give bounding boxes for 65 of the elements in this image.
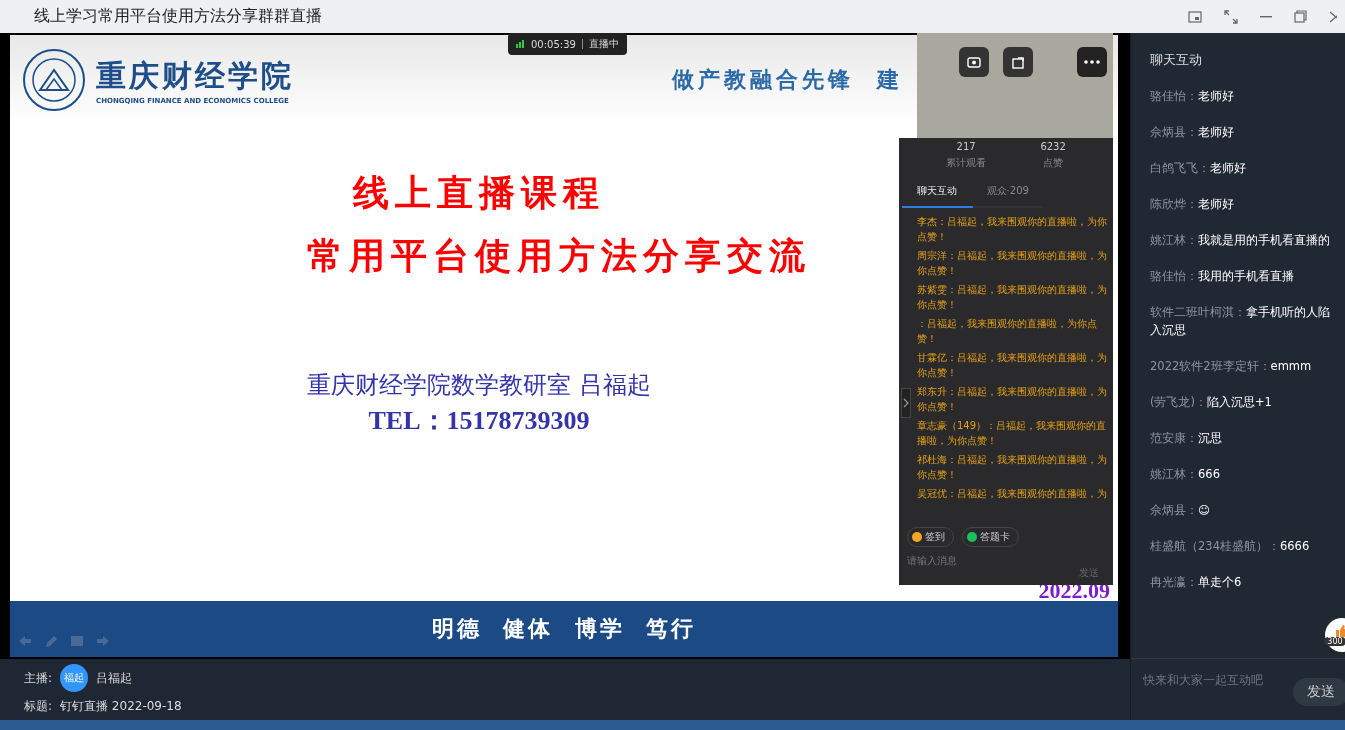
- message-input[interactable]: 请输入消息: [907, 555, 1017, 566]
- chat-message: 骆佳怡：我用的手机看直播: [1150, 268, 1295, 285]
- chat-message: ：吕福起，我来围观你的直播啦，为你点赞！: [917, 317, 1098, 346]
- chat-message: 章志豪（149）：吕福起，我来围观你的直播啦，为你点赞！: [917, 419, 1108, 448]
- title-label: 标题:: [24, 698, 53, 715]
- chat-tab[interactable]: 聊天互动: [902, 178, 973, 208]
- chat-message: 祁杜海：吕福起，我来围观你的直播啦，为你点赞！: [917, 453, 1108, 482]
- stream-title: 钉钉直播 2022-09-18: [60, 698, 182, 715]
- chat-message: 姚江林：我就是用的手机看直播的: [1150, 232, 1331, 249]
- chat-message: 2022软件2班李定轩：emmm: [1150, 358, 1313, 375]
- chat-message: 陈欣烨：老师好: [1150, 196, 1235, 213]
- chat-message: 软件二班叶柯淇：拿手机听的人陷入沉思: [1150, 304, 1331, 339]
- live-timer: 00:05:39: [531, 38, 576, 50]
- chat-input[interactable]: 快来和大家一起互动吧: [1143, 673, 1283, 687]
- stat-label: 累计观看: [946, 156, 987, 170]
- more-button[interactable]: [1077, 47, 1107, 77]
- chat-message: 姚江林：666: [1150, 466, 1221, 483]
- camera-icon: [966, 55, 982, 69]
- rotate-button[interactable]: [1003, 47, 1033, 77]
- stat-value: 217: [956, 141, 976, 152]
- send-button[interactable]: 发送: [1293, 678, 1345, 706]
- chat-message: 冉光瀛：单走个6: [1150, 574, 1243, 591]
- chat-message: 范安康：沉思: [1150, 430, 1223, 447]
- stat-label: 点赞: [1043, 156, 1064, 170]
- like-bubble[interactable]: 300: [1325, 618, 1345, 652]
- host-name: 吕福起: [96, 669, 133, 687]
- college-emblem-icon: [22, 48, 86, 112]
- college-name: 重庆财经学院: [96, 56, 294, 95]
- minimize-icon[interactable]: [1260, 15, 1272, 18]
- slide-title: 线上直播课程: [353, 171, 605, 215]
- close-icon[interactable]: [1329, 10, 1337, 23]
- chat-message: 佘炳县：☺: [1150, 502, 1211, 519]
- signal-icon: [516, 40, 525, 48]
- chat-panel-title: 聊天互动: [1149, 51, 1203, 69]
- expand-icon[interactable]: [1224, 9, 1238, 24]
- chat-message: 白鸽飞飞：老师好: [1150, 160, 1247, 177]
- like-count: 300: [1324, 636, 1345, 646]
- restore-icon[interactable]: [1294, 10, 1307, 23]
- picture-in-picture-icon[interactable]: [1188, 10, 1202, 23]
- slide-subtitle: 常用平台使用方法分享交流: [307, 234, 811, 278]
- phone-line: TEL：15178739309: [368, 405, 590, 437]
- chat-message: 郑东升：吕福起，我来围观你的直播啦，为你点赞！: [917, 385, 1108, 414]
- chat-message: 李杰：吕福起，我来围观你的直播啦，为你点赞！: [917, 215, 1108, 244]
- chat-message: 骆佳怡：老师好: [1150, 88, 1235, 105]
- live-label: 直播中: [588, 37, 619, 51]
- host-label: 主播:: [24, 669, 53, 687]
- chat-message: (劳飞龙)：陷入沉思+1: [1150, 394, 1273, 411]
- camera-switch-button[interactable]: [959, 47, 989, 77]
- chevron-right-icon[interactable]: [901, 388, 911, 418]
- stat-value: 6232: [1040, 141, 1066, 152]
- chat-message: 苏紫雯：吕福起，我来围观你的直播啦，为你点赞！: [917, 283, 1108, 312]
- author-line: 重庆财经学院数学教研室 吕福起: [307, 370, 651, 401]
- window-title: 线上学习常用平台使用方法分享群群直播: [34, 6, 322, 27]
- chat-message: 桂盛航（234桂盛航）：6666: [1150, 538, 1311, 555]
- chat-tab[interactable]: 观众·209: [972, 178, 1043, 208]
- chat-message: 佘炳县：老师好: [1150, 124, 1235, 141]
- host-avatar: 福起: [60, 664, 89, 692]
- more-icon: [1084, 60, 1100, 64]
- chat-message: 甘霖亿：吕福起，我来围观你的直播啦，为你点赞！: [917, 351, 1108, 380]
- chat-message: 周宗洋：吕福起，我来围观你的直播啦，为你点赞！: [917, 249, 1108, 278]
- thumbs-up-icon: [1335, 624, 1345, 637]
- rotate-icon: [1010, 55, 1026, 69]
- college-motto: 明德 健体 博学 笃行: [432, 614, 696, 643]
- chat-message: 吴冠优：吕福起，我来围观你的直播啦，为: [917, 487, 1108, 501]
- slogan: 做产教融合先锋 建: [671, 66, 903, 94]
